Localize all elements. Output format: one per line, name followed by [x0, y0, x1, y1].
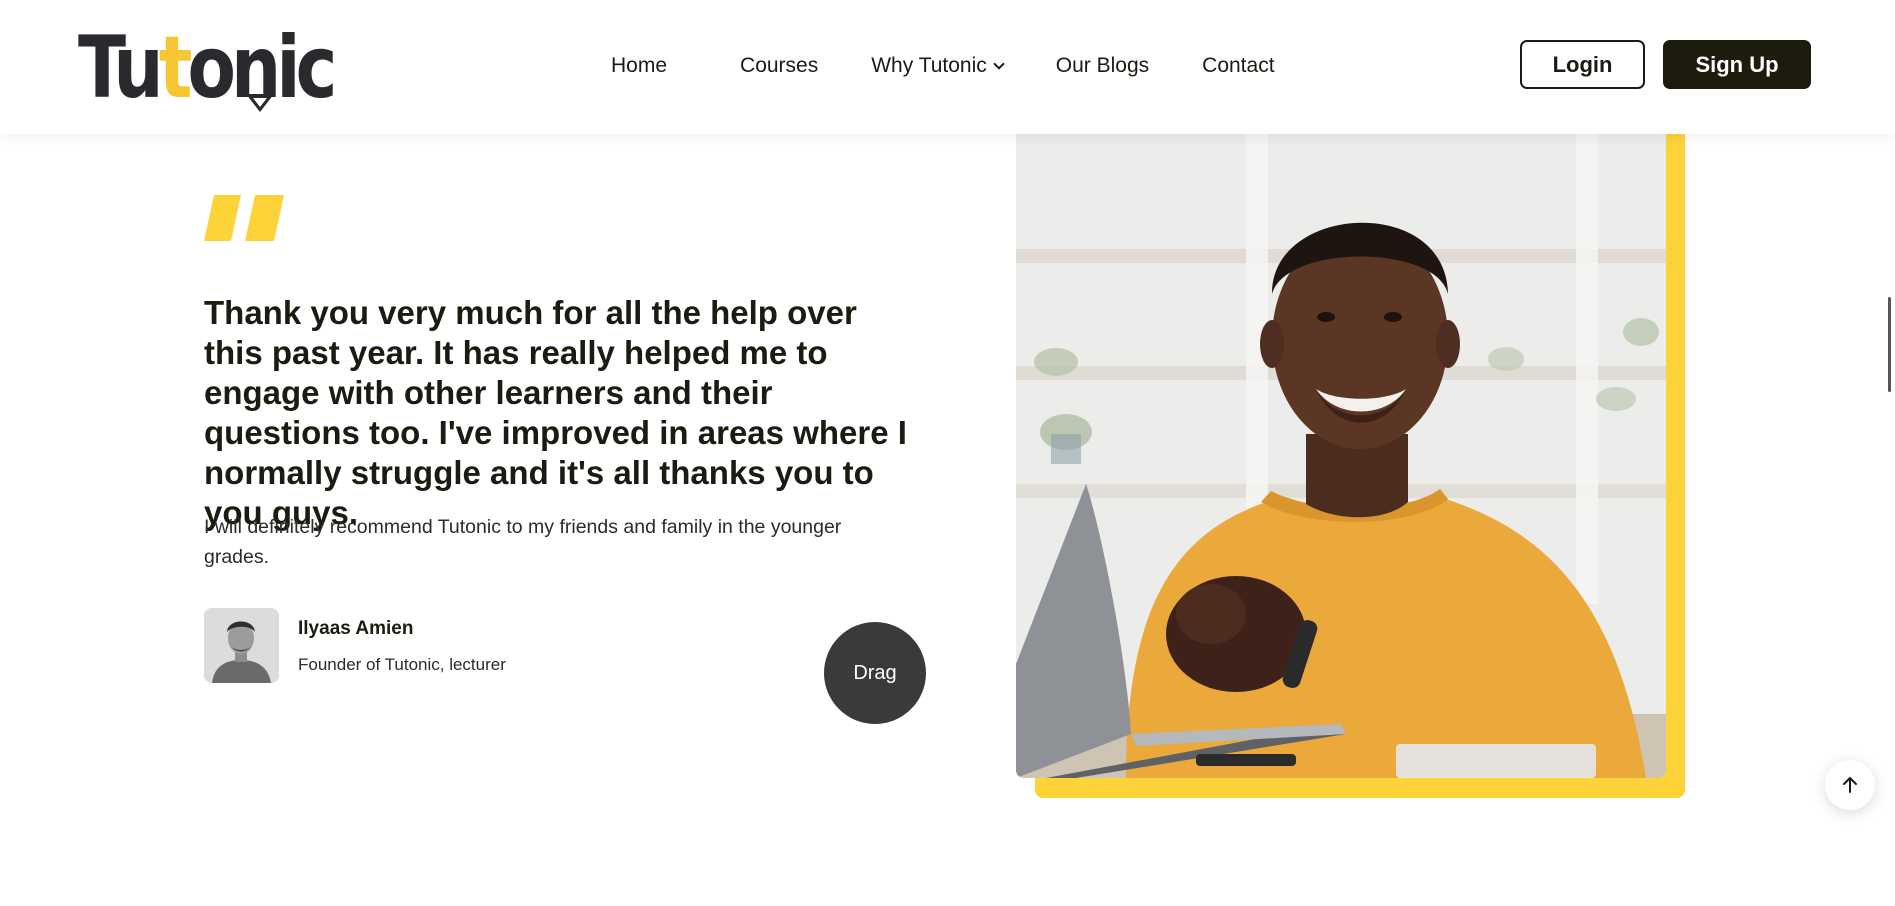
- nav-home[interactable]: Home: [611, 54, 667, 78]
- nav-courses[interactable]: Courses: [740, 54, 818, 78]
- scrollbar-thumb[interactable]: [1888, 297, 1891, 392]
- testimonial-photo: [1016, 134, 1666, 778]
- nav-why-tutonic[interactable]: Why Tutonic: [871, 54, 1005, 78]
- nav-our-blogs[interactable]: Our Blogs: [1056, 54, 1149, 78]
- signup-button[interactable]: Sign Up: [1663, 40, 1811, 89]
- arrow-up-icon: [1843, 777, 1857, 793]
- testimonial-subquote: I will definitely recommend Tutonic to m…: [204, 516, 842, 568]
- tutonic-logo[interactable]: Tutonic: [78, 22, 373, 114]
- author-role: Founder of Tutonic, lecturer: [298, 655, 506, 674]
- login-button[interactable]: Login: [1520, 40, 1645, 89]
- author-name: Ilyaas Amien: [298, 618, 414, 639]
- site-header: Tutonic Home Courses Why Tutonic Our Blo…: [0, 0, 1895, 134]
- quote-icon: [204, 195, 284, 241]
- testimonial-quote: Thank you very much for all the help ove…: [204, 294, 907, 531]
- back-to-top-button[interactable]: [1825, 760, 1875, 810]
- nav-contact[interactable]: Contact: [1202, 54, 1274, 78]
- nav-why-tutonic-label: Why Tutonic: [871, 54, 987, 77]
- chevron-down-icon: [993, 57, 1005, 70]
- drag-handle[interactable]: Drag: [824, 622, 926, 724]
- logo-wordmark: Tutonic: [78, 18, 337, 118]
- author-avatar: [204, 608, 279, 683]
- main-nav: Home Courses Why Tutonic Our Blogs Conta…: [580, 48, 1328, 84]
- pencil-tip-icon: [246, 94, 274, 112]
